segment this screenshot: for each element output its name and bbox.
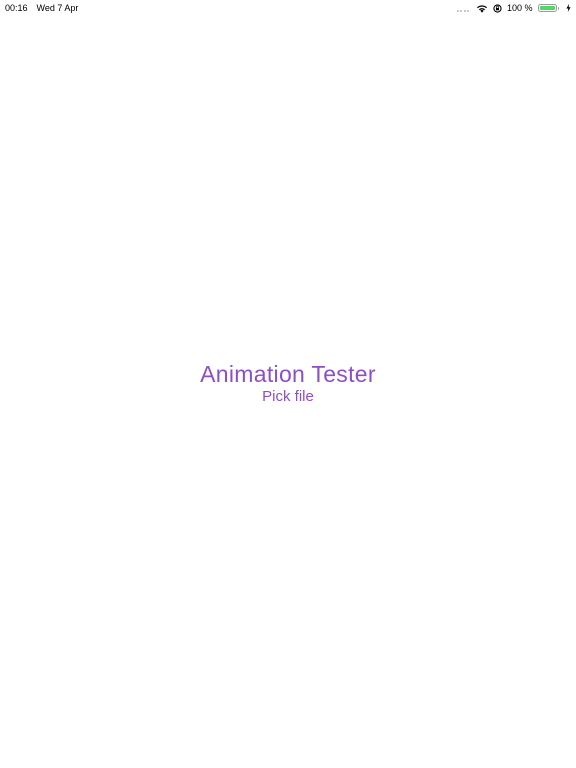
status-left: 00:16 Wed 7 Apr bbox=[5, 3, 78, 13]
orientation-lock-icon bbox=[493, 3, 502, 13]
status-right: 100 % bbox=[457, 3, 571, 13]
pick-file-button[interactable]: Pick file bbox=[262, 388, 314, 406]
main-content: Animation Tester Pick file bbox=[0, 360, 576, 406]
battery-fill bbox=[539, 5, 555, 11]
status-bar: 00:16 Wed 7 Apr 100 % bbox=[0, 0, 576, 16]
signal-dots-icon bbox=[457, 4, 469, 12]
app-title: Animation Tester bbox=[200, 361, 376, 387]
battery-icon bbox=[537, 3, 559, 13]
app-screen: 00:16 Wed 7 Apr 100 % Animation Tester P… bbox=[0, 0, 576, 768]
status-time: 00:16 bbox=[5, 3, 28, 13]
status-date: Wed 7 Apr bbox=[36, 3, 79, 13]
wifi-icon bbox=[476, 4, 487, 13]
battery-percent: 100 % bbox=[506, 3, 533, 13]
charging-bolt-icon bbox=[566, 4, 571, 12]
